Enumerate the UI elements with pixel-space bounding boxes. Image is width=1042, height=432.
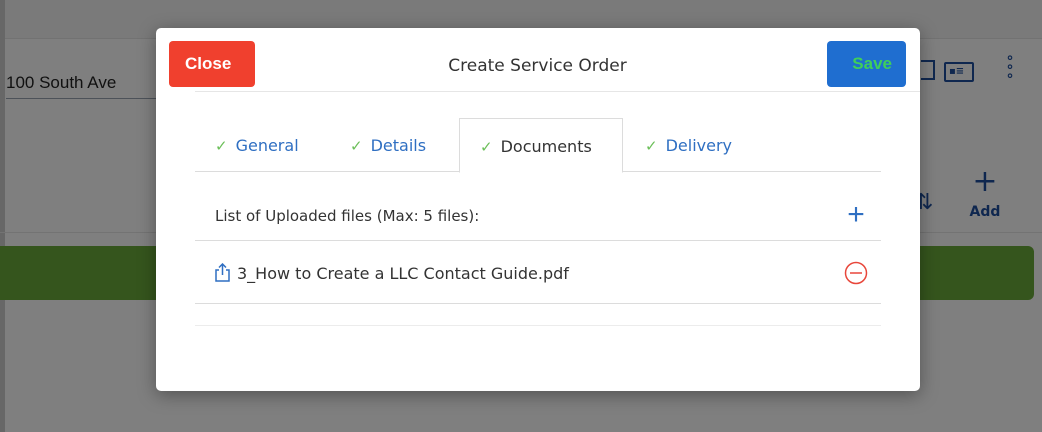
tab-general[interactable]: ✓ General (215, 118, 299, 172)
upload-icon[interactable] (214, 263, 231, 282)
check-icon: ✓ (480, 138, 493, 156)
file-list-item: 3_How to Create a LLC Contact Guide.pdf (195, 241, 881, 304)
add-file-button[interactable]: + (842, 198, 870, 232)
tab-label: General (235, 136, 299, 155)
uploaded-files-header: List of Uploaded files (Max: 5 files): + (195, 192, 881, 241)
check-icon: ✓ (215, 137, 228, 155)
tab-label: Delivery (665, 136, 732, 155)
tab-label: Documents (500, 137, 592, 156)
uploaded-files-label: List of Uploaded files (Max: 5 files): (215, 207, 480, 225)
modal-title: Create Service Order (448, 56, 627, 76)
tab-delivery[interactable]: ✓ Delivery (645, 118, 732, 172)
tab-bar: ✓ General ✓ Details ✓ Documents ✓ Delivery (195, 118, 881, 173)
list-bottom-divider (195, 325, 881, 326)
check-icon: ✓ (350, 137, 363, 155)
tab-documents[interactable]: ✓ Documents (459, 118, 623, 173)
create-service-order-modal: Close Create Service Order Save ✓ General… (156, 28, 920, 391)
header-divider (195, 91, 920, 92)
save-button[interactable]: Save (827, 41, 906, 87)
close-button[interactable]: Close (169, 41, 255, 87)
modal-header: Close Create Service Order Save (156, 28, 920, 92)
remove-circle-icon (844, 261, 868, 285)
remove-file-button[interactable] (844, 261, 868, 285)
tab-details[interactable]: ✓ Details (350, 118, 426, 172)
tab-label: Details (370, 136, 427, 155)
file-name[interactable]: 3_How to Create a LLC Contact Guide.pdf (237, 263, 569, 285)
check-icon: ✓ (645, 137, 658, 155)
